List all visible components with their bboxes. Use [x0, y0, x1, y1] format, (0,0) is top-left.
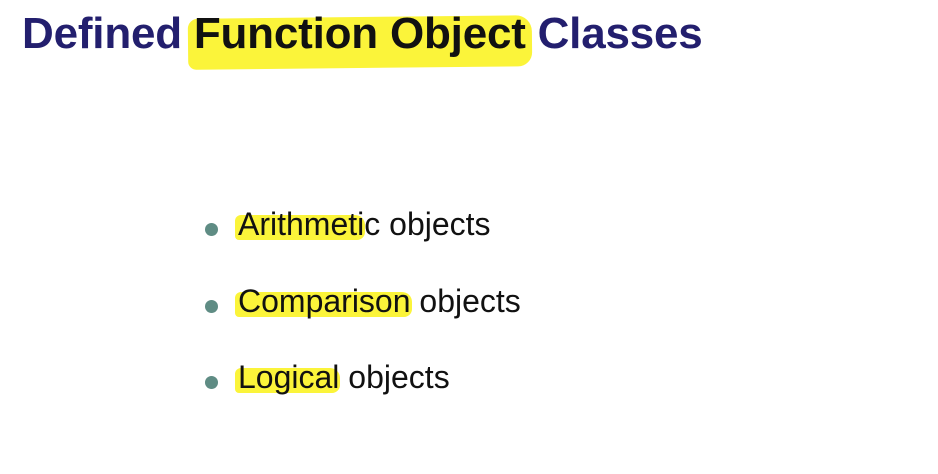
bullet-highlighted-text: Comparison [238, 283, 411, 319]
bullet-highlighted-text: Arithmeti [238, 206, 365, 242]
bullet-rest-text: objects [339, 359, 450, 395]
bullet-dot-icon [205, 223, 218, 236]
bullet-dot-icon [205, 376, 218, 389]
bullet-rest-text: objects [410, 283, 521, 319]
bullet-rest-text: c objects [364, 206, 491, 242]
bullet-text: Logical objects [238, 358, 450, 396]
bullet-text: Comparison objects [238, 282, 521, 320]
title-text-after: Classes [537, 9, 703, 58]
slide-title: Defined Function Object Classes [22, 6, 703, 62]
title-text-before: Defined [22, 9, 182, 58]
bullet-highlighted-text: Logical [238, 359, 340, 395]
title-highlighted-text: Function Object [193, 9, 526, 58]
slide: Defined Function Object Classes Arithmetic… [0, 0, 938, 474]
bullet-text: Arithmetic objects [238, 205, 491, 243]
bullet-dot-icon [205, 300, 218, 313]
